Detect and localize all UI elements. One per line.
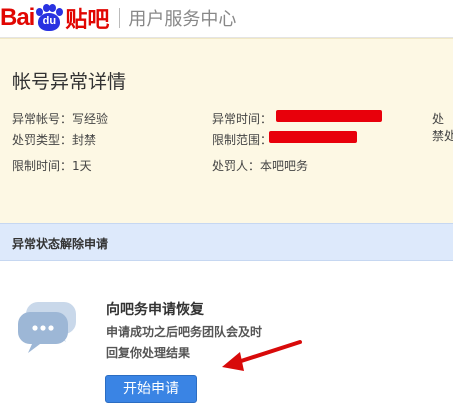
abnormal-account-value: 写经验 (72, 112, 109, 126)
restriction-scope-label: 限制范围： (212, 133, 273, 147)
punisher-label: 处罚人： (212, 159, 261, 173)
logo-bai-text: Bai (0, 4, 35, 31)
appeal-description-line-1: 申请成功之后吧务团队会及时 (106, 325, 263, 339)
top-bar: Bai du 贴吧 用户服务中心 (0, 0, 453, 38)
right-column-label-1: 处 (432, 112, 445, 126)
detail-title: 帐号异常详情 (12, 71, 127, 93)
section-title: 异常状态解除申请 (12, 237, 109, 251)
restriction-duration-label: 限制时间： (12, 159, 73, 173)
logo-tieba-text: 贴吧 (65, 8, 110, 33)
baidu-tieba-logo[interactable]: Bai du 贴吧 用户服务中心 (0, 4, 237, 33)
punisher-row: 处罚人：本吧吧务 (212, 157, 308, 174)
restriction-duration-value: 1天 (72, 159, 92, 173)
logo-du-text: du (42, 15, 57, 27)
start-appeal-button[interactable]: 开始申请 (105, 375, 197, 403)
restriction-scope-row: 限制范围： (212, 131, 272, 148)
baidu-paw-icon: du (35, 4, 64, 32)
appeal-description-line-2: 回复你处理结果 (106, 346, 191, 360)
service-center-title: 用户服务中心 (128, 9, 237, 30)
restriction-duration-row: 限制时间：1天 (12, 157, 92, 174)
abnormal-account-row: 异常帐号：写经验 (12, 110, 108, 127)
abnormal-time-label: 异常时间： (212, 112, 273, 126)
logo-divider (119, 8, 121, 28)
right-column-label-2: 禁处 (432, 129, 453, 143)
restriction-scope-redaction (269, 131, 357, 143)
appeal-title: 向吧务申请恢复 (106, 302, 204, 318)
punisher-value: 本吧吧务 (260, 159, 309, 173)
abnormal-time-redaction (276, 110, 382, 122)
account-detail-panel: 帐号异常详情 异常帐号：写经验 异常时间： 处 处罚类型：封禁 限制范围： 禁处… (0, 38, 453, 223)
penalty-type-label: 处罚类型： (12, 133, 73, 147)
abnormal-account-label: 异常帐号： (12, 112, 73, 126)
penalty-type-row: 处罚类型：封禁 (12, 131, 96, 148)
chat-bubbles-icon (18, 302, 76, 353)
appeal-description: 申请成功之后吧务团队会及时 回复你处理结果 (106, 322, 296, 364)
unban-request-section-header: 异常状态解除申请 (0, 223, 453, 261)
abnormal-time-row: 异常时间： (212, 110, 272, 127)
penalty-type-value: 封禁 (72, 133, 97, 147)
